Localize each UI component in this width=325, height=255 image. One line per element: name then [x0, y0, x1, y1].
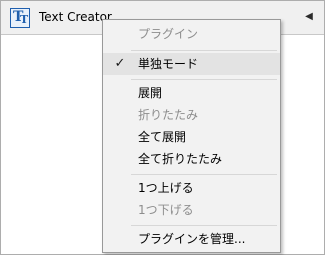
menu-item-label: 展開 — [138, 86, 163, 100]
menu-item-expand-all[interactable]: 全て展開 — [103, 126, 280, 148]
menu-item-collapse-all[interactable]: 全て折りたたみ — [103, 148, 280, 170]
menu-item-collapse: 折りたたみ — [103, 104, 280, 126]
menu-separator — [131, 50, 277, 51]
menu-item-label: 単独モード — [138, 57, 199, 71]
menu-item-label: 1つ下げる — [138, 203, 194, 217]
menu-item-label: 1つ上げる — [138, 181, 194, 195]
menu-separator — [131, 225, 277, 226]
menu-item-label: プラグインを管理... — [138, 232, 246, 246]
menu-separator — [131, 174, 277, 175]
menu-item-plugin-header: プラグイン — [103, 23, 280, 45]
menu-item-label: 全て展開 — [138, 130, 187, 144]
collapse-triangle-icon[interactable]: ◀ — [303, 11, 315, 23]
menu-item-manage-plugins[interactable]: プラグインを管理... — [103, 228, 280, 250]
context-menu: プラグイン ✓ 単独モード 展開 折りたたみ 全て展開 全て折りたたみ 1つ上げ… — [102, 19, 281, 253]
menu-separator — [131, 79, 277, 80]
menu-item-move-up[interactable]: 1つ上げる — [103, 177, 280, 199]
menu-item-label: プラグイン — [138, 27, 199, 41]
menu-item-label: 折りたたみ — [138, 108, 199, 122]
menu-item-expand[interactable]: 展開 — [103, 82, 280, 104]
menu-item-move-down: 1つ下げる — [103, 199, 280, 221]
menu-item-label: 全て折りたたみ — [138, 152, 223, 166]
panel-title: Text Creator — [39, 10, 112, 24]
menu-item-standalone-mode[interactable]: ✓ 単独モード — [103, 53, 280, 75]
checkmark-icon: ✓ — [114, 56, 126, 71]
text-creator-plugin-icon: TT — [10, 8, 30, 28]
